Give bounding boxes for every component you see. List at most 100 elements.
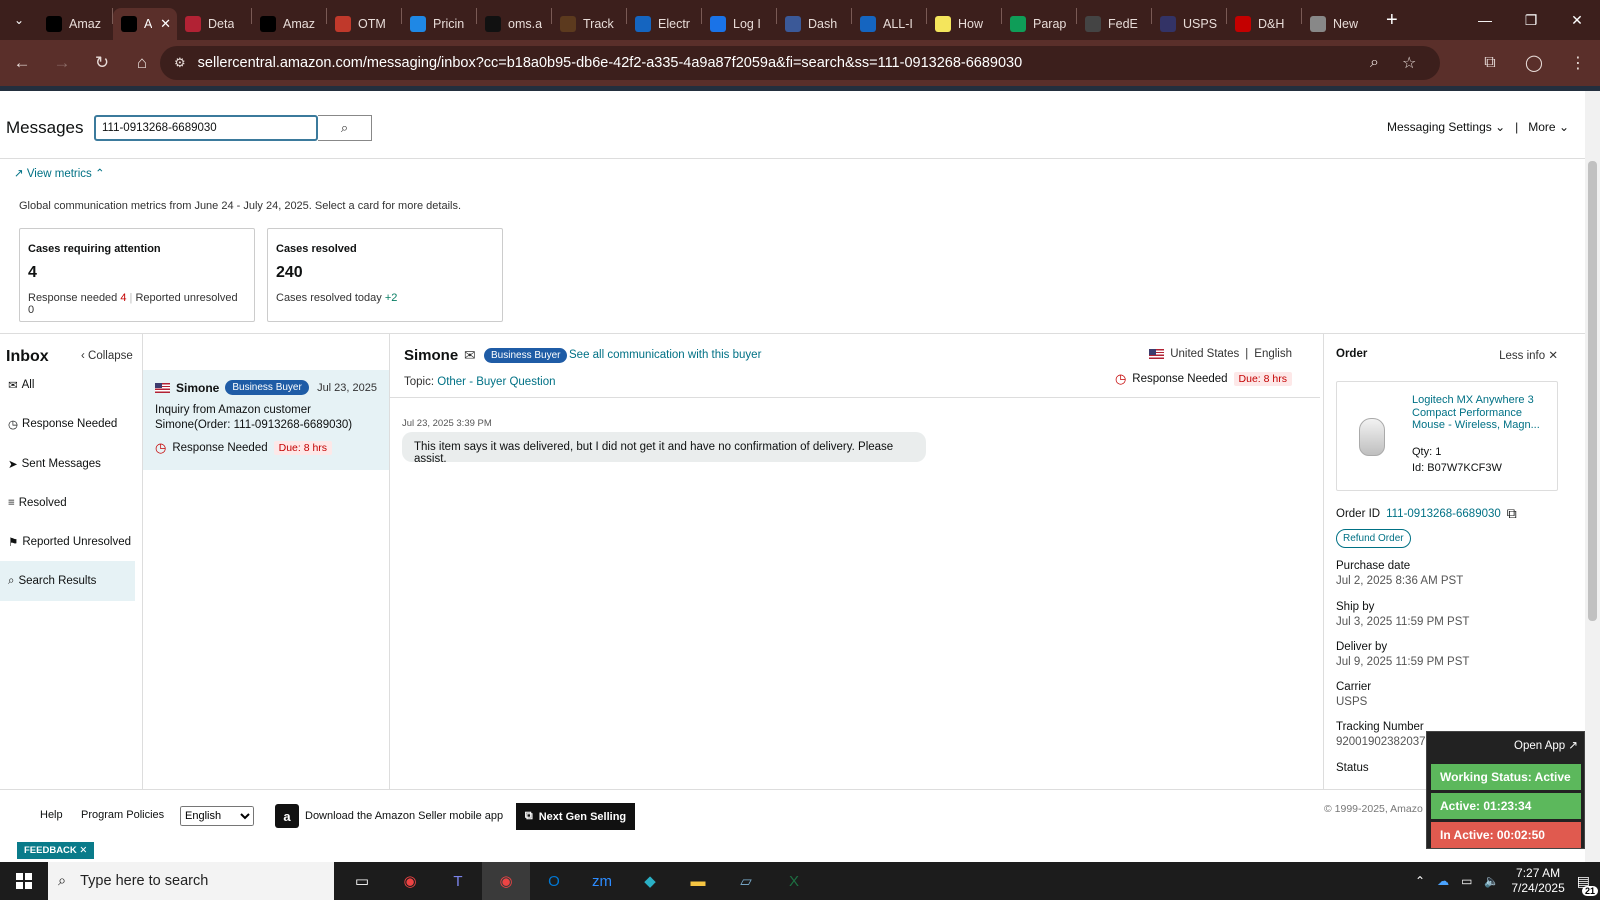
task-view-icon[interactable]: ▭	[338, 862, 386, 900]
reload-button[interactable]: ↻	[84, 45, 120, 81]
volume-icon[interactable]: 🔈	[1484, 874, 1499, 888]
inbox-item-response-needed[interactable]: ◷ Response Needed	[8, 413, 143, 435]
zoom-app-icon[interactable]: zm	[578, 862, 626, 900]
sheets-icon	[1010, 16, 1026, 32]
network-icon[interactable]: ▭	[1461, 874, 1472, 888]
collapse-button[interactable]: ‹ Collapse	[81, 350, 133, 362]
product-link[interactable]: Logitech MX Anywhere 3 Compact Performan…	[1412, 394, 1552, 432]
browser-tab[interactable]: D&H	[1227, 8, 1301, 40]
close-tab-icon[interactable]: ✕	[160, 16, 171, 32]
cases-attention-card[interactable]: Cases requiring attention 4 Response nee…	[19, 228, 255, 322]
copy-icon[interactable]: ⧉	[1507, 505, 1517, 522]
bookmark-star-icon[interactable]: ☆	[1402, 53, 1416, 73]
browser-tab[interactable]: Dash	[777, 8, 851, 40]
mail-icon[interactable]: ✉	[464, 347, 476, 364]
zoom-icon[interactable]: ⌕	[1370, 54, 1379, 72]
inbox-item-resolved[interactable]: ≡ Resolved	[8, 492, 143, 514]
see-all-communication-link[interactable]: See all communication with this buyer	[569, 349, 761, 361]
browser-tab[interactable]: ALL-I	[852, 8, 926, 40]
tab-title: Electr	[658, 17, 690, 31]
feedback-button[interactable]: FEEDBACK ✕	[17, 842, 95, 859]
restore-icon[interactable]: ❐	[1508, 0, 1554, 40]
browser-tab[interactable]: Parap	[1002, 8, 1076, 40]
language-select[interactable]: English	[180, 806, 254, 826]
excel-icon[interactable]: X	[770, 862, 818, 900]
open-app-link[interactable]: Open App ↗	[1514, 738, 1578, 752]
inbox-item-sent-messages[interactable]: ➤ Sent Messages	[8, 453, 143, 475]
browser-tab[interactable]: How	[927, 8, 1001, 40]
inbox-item-all[interactable]: ✉ All	[8, 374, 143, 396]
browser-tab[interactable]: Pricin	[402, 8, 476, 40]
onedrive-icon[interactable]: ☁	[1437, 874, 1449, 888]
browser-tab[interactable]: A ✕	[113, 8, 177, 40]
extensions-icon[interactable]: ⧉	[1468, 54, 1512, 72]
next-gen-selling-button[interactable]: ⧉ Next Gen Selling	[516, 803, 635, 830]
site-info-icon[interactable]: ⚙	[174, 55, 186, 71]
teams-icon[interactable]: T	[434, 862, 482, 900]
browser-tab[interactable]: Log I	[702, 8, 776, 40]
less-info-button[interactable]: Less info ✕	[1499, 348, 1558, 362]
search-input[interactable]	[94, 115, 318, 141]
mobile-app-download[interactable]: a Download the Amazon Seller mobile app	[275, 804, 503, 828]
cases-resolved-card[interactable]: Cases resolved 240 Cases resolved today …	[267, 228, 503, 322]
browser-menu-icon[interactable]: ⋮	[1556, 53, 1600, 73]
seventeen-track-icon	[860, 16, 876, 32]
refund-order-button[interactable]: Refund Order	[1336, 529, 1411, 548]
chrome-profile-icon[interactable]: ◉	[482, 862, 530, 900]
browser-tab[interactable]: FedE	[1077, 8, 1151, 40]
home-button[interactable]: ⌂	[124, 45, 160, 81]
browser-tab[interactable]: Amaz	[252, 8, 326, 40]
browser-tab[interactable]: New	[1302, 8, 1376, 40]
program-policies-link[interactable]: Program Policies	[81, 809, 164, 821]
scroll-thumb[interactable]	[1588, 161, 1597, 621]
help-link[interactable]: Help	[40, 809, 63, 821]
profile-icon[interactable]: ◯	[1512, 53, 1556, 73]
active-timer: Active: 01:23:34	[1431, 793, 1581, 819]
back-button[interactable]: ←	[4, 45, 40, 81]
product-card: Logitech MX Anywhere 3 Compact Performan…	[1336, 381, 1558, 491]
address-bar[interactable]: ⚙ sellercentral.amazon.com/messaging/inb…	[160, 46, 1440, 80]
tab-title: USPS	[1183, 17, 1218, 31]
tab-title: Track	[583, 17, 614, 31]
inbox-item-search-results[interactable]: ⌕ Search Results	[0, 561, 135, 601]
working-status[interactable]: Working Status: Active	[1431, 764, 1581, 790]
browser-tab[interactable]: USPS	[1152, 8, 1226, 40]
notepad-icon[interactable]: ▱	[722, 862, 770, 900]
file-explorer-icon[interactable]: ▬	[674, 862, 722, 900]
notifications-icon[interactable]: ▤ 21	[1577, 873, 1598, 896]
app-diamond-icon[interactable]: ◆	[626, 862, 674, 900]
tab-title: Log I	[733, 17, 761, 31]
more-menu[interactable]: More ⌄	[1528, 120, 1569, 134]
otm-icon	[335, 16, 351, 32]
outlook-icon[interactable]: O	[530, 862, 578, 900]
browser-tab[interactable]: Track	[552, 8, 626, 40]
browser-tab[interactable]: OTM	[327, 8, 401, 40]
new-tab-button[interactable]: +	[1386, 9, 1398, 32]
tab-search-menu-button[interactable]: ⌄	[0, 0, 38, 40]
taskbar-clock[interactable]: 7:27 AM 7/24/2025	[1511, 866, 1564, 896]
taskbar-search[interactable]: ⌕ Type here to search	[48, 862, 334, 900]
browser-tab[interactable]: Deta	[177, 8, 251, 40]
conversation-pane: Simone ✉ Business Buyer See all communic…	[390, 334, 1324, 789]
browser-tab[interactable]: oms.a	[477, 8, 551, 40]
browser-tab[interactable]: Electr	[627, 8, 701, 40]
inbox-item-reported-unresolved[interactable]: ⚑ Reported Unresolved	[8, 531, 143, 553]
browser-tab[interactable]: Amaz	[38, 8, 112, 40]
page-scrollbar[interactable]	[1585, 91, 1600, 862]
minimize-icon[interactable]: —	[1462, 0, 1508, 40]
search-button[interactable]: ⌕	[318, 115, 372, 141]
chrome-icon[interactable]: ◉	[386, 862, 434, 900]
search-icon: ⌕	[340, 120, 349, 135]
view-metrics-toggle[interactable]: ↗ View metrics ⌃	[14, 166, 105, 180]
inbox-item-label: Reported Unresolved	[22, 536, 131, 548]
order-panel: Order Less info ✕ Logitech MX Anywhere 3…	[1324, 334, 1570, 789]
order-id-link[interactable]: 111-0913268-6689030	[1386, 508, 1501, 520]
show-hidden-icons-icon[interactable]: ⌃	[1415, 874, 1425, 888]
close-window-icon[interactable]: ✕	[1554, 0, 1600, 40]
forward-button[interactable]: →	[44, 45, 80, 81]
topic-link[interactable]: Other - Buyer Question	[437, 376, 555, 388]
tab-title: New	[1333, 17, 1359, 31]
list-item[interactable]: Simone Business Buyer Jul 23, 2025 Inqui…	[143, 370, 389, 470]
start-button[interactable]	[0, 862, 48, 900]
messaging-settings-menu[interactable]: Messaging Settings ⌄	[1387, 120, 1505, 134]
